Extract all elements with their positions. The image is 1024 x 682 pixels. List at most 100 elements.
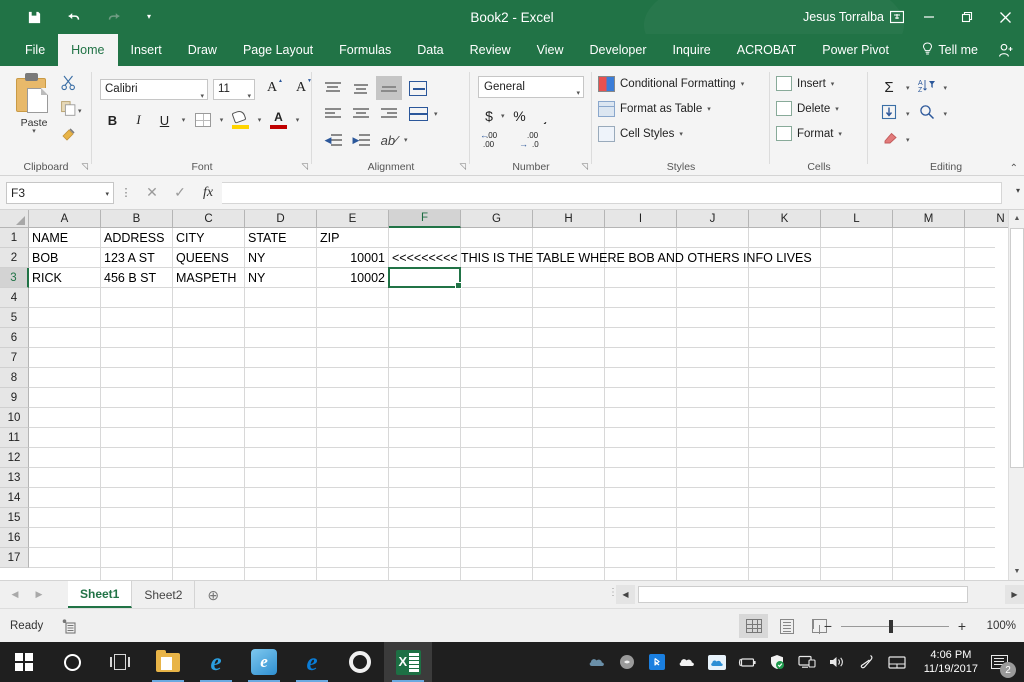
tab-review[interactable]: Review xyxy=(457,34,524,66)
undo-icon[interactable] xyxy=(54,2,94,32)
zoom-in-button[interactable]: + xyxy=(956,618,968,634)
merge-and-center-button[interactable] xyxy=(404,102,432,126)
column-header-h[interactable]: H xyxy=(533,210,605,228)
number-format-caret-icon[interactable]: ▾ xyxy=(576,84,580,104)
find-and-select-button[interactable] xyxy=(914,102,940,125)
decrease-indent-button[interactable]: ◀ xyxy=(320,128,346,152)
fill-button[interactable] xyxy=(876,102,902,125)
enter-formula-icon[interactable]: ✓ xyxy=(166,181,194,205)
sheet-tab-sheet2[interactable]: Sheet2 xyxy=(132,581,196,608)
row-header-1[interactable]: 1 xyxy=(0,228,29,248)
internet-explorer-icon[interactable]: e xyxy=(192,642,240,682)
clear-button[interactable] xyxy=(876,128,902,151)
align-right-button[interactable] xyxy=(376,102,402,126)
tab-insert[interactable]: Insert xyxy=(118,34,175,66)
copy-button[interactable]: ▾ xyxy=(57,98,91,124)
wrap-text-button[interactable] xyxy=(404,76,432,100)
battery-tray-icon[interactable] xyxy=(732,642,762,682)
bluetooth-tray-icon[interactable] xyxy=(642,642,672,682)
sync-tray-icon[interactable] xyxy=(612,642,642,682)
settings-gear-icon[interactable] xyxy=(336,642,384,682)
accounting-dropdown-caret-icon[interactable]: ▾ xyxy=(501,112,505,120)
row-header-4[interactable]: 4 xyxy=(0,288,29,308)
underline-dropdown-caret-icon[interactable]: ▾ xyxy=(178,108,189,132)
row-header-10[interactable]: 10 xyxy=(0,408,29,428)
tab-data[interactable]: Data xyxy=(404,34,456,66)
row-header-13[interactable]: 13 xyxy=(0,468,29,488)
paste-dropdown-caret-icon[interactable]: ▾ xyxy=(8,128,60,135)
select-all-corner[interactable] xyxy=(0,210,29,228)
column-header-g[interactable]: G xyxy=(461,210,533,228)
format-as-table-caret-icon[interactable]: ▾ xyxy=(707,105,711,113)
next-sheet-icon[interactable]: ▶ xyxy=(32,585,46,603)
format-caret-icon[interactable]: ▾ xyxy=(838,130,842,138)
format-cells-button[interactable]: Format ▾ xyxy=(776,126,842,141)
cut-button[interactable] xyxy=(57,72,91,98)
font-name-caret-icon[interactable]: ▾ xyxy=(200,87,204,106)
orientation-dropdown-caret-icon[interactable]: ▾ xyxy=(404,136,408,144)
cell-d3[interactable]: NY xyxy=(245,268,316,287)
italic-button[interactable]: I xyxy=(126,108,151,132)
horizontal-scroll-thumb[interactable] xyxy=(638,586,968,603)
cell-b1[interactable]: ADDRESS xyxy=(101,228,172,247)
cell-b2[interactable]: 123 A ST xyxy=(101,248,172,267)
row-header-3[interactable]: 3 xyxy=(0,268,29,288)
delete-caret-icon[interactable]: ▾ xyxy=(835,105,839,113)
conditional-formatting-button[interactable]: Conditional Formatting ▾ xyxy=(598,76,744,92)
row-header-5[interactable]: 5 xyxy=(0,308,29,328)
column-header-c[interactable]: C xyxy=(173,210,245,228)
cell-styles-button[interactable]: Cell Styles ▾ xyxy=(598,126,683,142)
alignment-dialog-launcher-icon[interactable]: ◹ xyxy=(459,161,466,172)
zoom-slider-control[interactable]: − + xyxy=(822,609,968,643)
page-layout-view-button[interactable] xyxy=(772,614,801,638)
insert-cells-button[interactable]: Insert ▾ xyxy=(776,76,834,91)
zoom-slider-track[interactable] xyxy=(841,619,949,633)
row-header-14[interactable]: 14 xyxy=(0,488,29,508)
scroll-down-icon[interactable]: ▼ xyxy=(1009,563,1024,580)
name-box-caret-icon[interactable]: ▾ xyxy=(105,190,109,198)
font-size-input[interactable]: 11 ▾ xyxy=(213,78,255,100)
tell-me-search[interactable]: Tell me xyxy=(922,34,978,66)
horizontal-scrollbar[interactable]: ◀ ▶ xyxy=(616,585,1024,604)
column-header-a[interactable]: A xyxy=(29,210,101,228)
tab-inquire[interactable]: Inquire xyxy=(660,34,724,66)
expand-formula-bar-icon[interactable]: ▾ xyxy=(1016,186,1020,195)
vertical-scrollbar[interactable]: ▲ ▼ xyxy=(1008,210,1024,580)
column-header-l[interactable]: L xyxy=(821,210,893,228)
row-header-11[interactable]: 11 xyxy=(0,428,29,448)
tab-developer[interactable]: Developer xyxy=(577,34,660,66)
copy-dropdown-caret-icon[interactable]: ▾ xyxy=(78,107,82,115)
task-view-icon[interactable] xyxy=(96,642,144,682)
tab-page-layout[interactable]: Page Layout xyxy=(230,34,326,66)
cell-a2[interactable]: BOB xyxy=(29,248,100,267)
name-box[interactable]: F3 ▾ xyxy=(6,181,114,204)
scroll-right-icon[interactable]: ▶ xyxy=(1005,585,1024,604)
share-person-icon[interactable] xyxy=(998,34,1014,66)
sort-and-filter-button[interactable]: AZ xyxy=(914,76,940,99)
row-header-12[interactable]: 12 xyxy=(0,448,29,468)
save-icon[interactable] xyxy=(14,2,54,32)
column-header-k[interactable]: K xyxy=(749,210,821,228)
insert-function-icon[interactable]: fx xyxy=(194,181,222,205)
microsoft-edge-icon[interactable]: e xyxy=(288,642,336,682)
number-dialog-launcher-icon[interactable]: ◹ xyxy=(581,161,588,172)
orientation-button[interactable]: ab⁄ xyxy=(376,128,402,152)
borders-dropdown-caret-icon[interactable]: ▾ xyxy=(216,108,227,132)
autosum-button[interactable]: Σ xyxy=(876,76,902,99)
row-header-8[interactable]: 8 xyxy=(0,368,29,388)
excel-icon[interactable]: X xyxy=(384,642,432,682)
paste-button[interactable]: Paste ▾ xyxy=(8,72,60,135)
row-header-7[interactable]: 7 xyxy=(0,348,29,368)
touchpad-tray-icon[interactable] xyxy=(882,642,912,682)
conditional-formatting-caret-icon[interactable]: ▾ xyxy=(741,80,745,88)
previous-sheet-icon[interactable]: ◀ xyxy=(8,585,22,603)
windows-start-icon[interactable] xyxy=(0,642,48,682)
font-color-button[interactable]: A xyxy=(266,108,291,132)
cloud-blue-tray-icon[interactable] xyxy=(702,642,732,682)
column-header-j[interactable]: J xyxy=(677,210,749,228)
tab-file[interactable]: File xyxy=(12,34,58,66)
scroll-left-icon[interactable]: ◀ xyxy=(616,585,635,604)
formula-input[interactable] xyxy=(222,181,1002,204)
row-header-15[interactable]: 15 xyxy=(0,508,29,528)
font-name-input[interactable]: Calibri ▾ xyxy=(100,78,208,100)
